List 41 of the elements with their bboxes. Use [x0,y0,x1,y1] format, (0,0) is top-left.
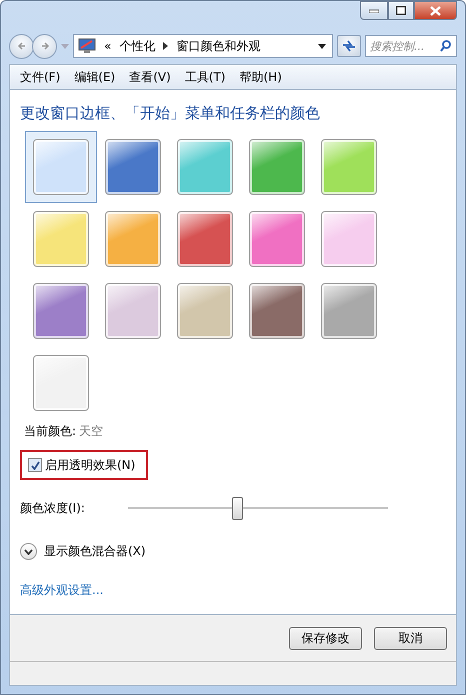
search-field[interactable]: 搜索控制... [365,35,457,57]
minimize-icon [369,8,379,12]
menu-item[interactable]: 查看(V) [129,68,171,86]
refresh-arrows-icon [342,40,356,52]
breadcrumb-item[interactable]: 个性化 [119,38,156,54]
back-arrow-icon [16,41,26,51]
current-color-label: 当前颜色: [24,423,76,440]
minimize-button[interactable] [360,1,388,20]
save-button[interactable]: 保存修改 [289,626,362,650]
close-icon [430,6,441,16]
menu-item[interactable]: 文件(F) [20,68,60,86]
search-icon [440,40,451,52]
refresh-button[interactable] [337,35,361,57]
forward-arrow-icon [40,41,50,51]
advanced-settings-link[interactable]: 高级外观设置... [20,582,456,599]
current-color-value: 天空 [79,423,104,440]
breadcrumb-item[interactable]: 窗口颜色和外观 [176,38,260,54]
slider-thumb[interactable] [232,497,244,520]
cancel-button[interactable]: 取消 [374,626,447,650]
checkbox-label: 启用透明效果(N) [45,456,136,474]
maximize-icon [396,6,406,15]
breadcrumb-item[interactable]: « [104,39,112,53]
maximize-button[interactable] [388,1,414,20]
transparency-checkbox[interactable] [28,458,42,472]
page-heading: 更改窗口边框、「开始」菜单和任务栏的颜色 [20,104,321,123]
monitor-icon [78,38,96,54]
forward-button[interactable] [32,34,57,58]
address-bar[interactable]: « 个性化 窗口颜色和外观 [73,34,333,58]
menu-item[interactable]: 编辑(E) [74,68,116,86]
menu-item[interactable]: 帮助(H) [240,68,282,86]
chevron-icon [24,548,33,554]
close-button[interactable] [414,1,457,20]
breadcrumb-arrow-icon[interactable] [163,42,168,50]
mixer-label: 显示颜色混合器(X) [44,543,146,560]
expand-button[interactable] [20,543,37,560]
dropdown-arrow-icon[interactable] [318,44,326,48]
back-button[interactable] [9,34,34,58]
checkmark-icon [30,460,40,470]
swatch-option[interactable] [25,131,97,203]
slider-label: 颜色浓度(I): [20,500,84,517]
menu-item[interactable]: 工具(T) [184,68,226,86]
